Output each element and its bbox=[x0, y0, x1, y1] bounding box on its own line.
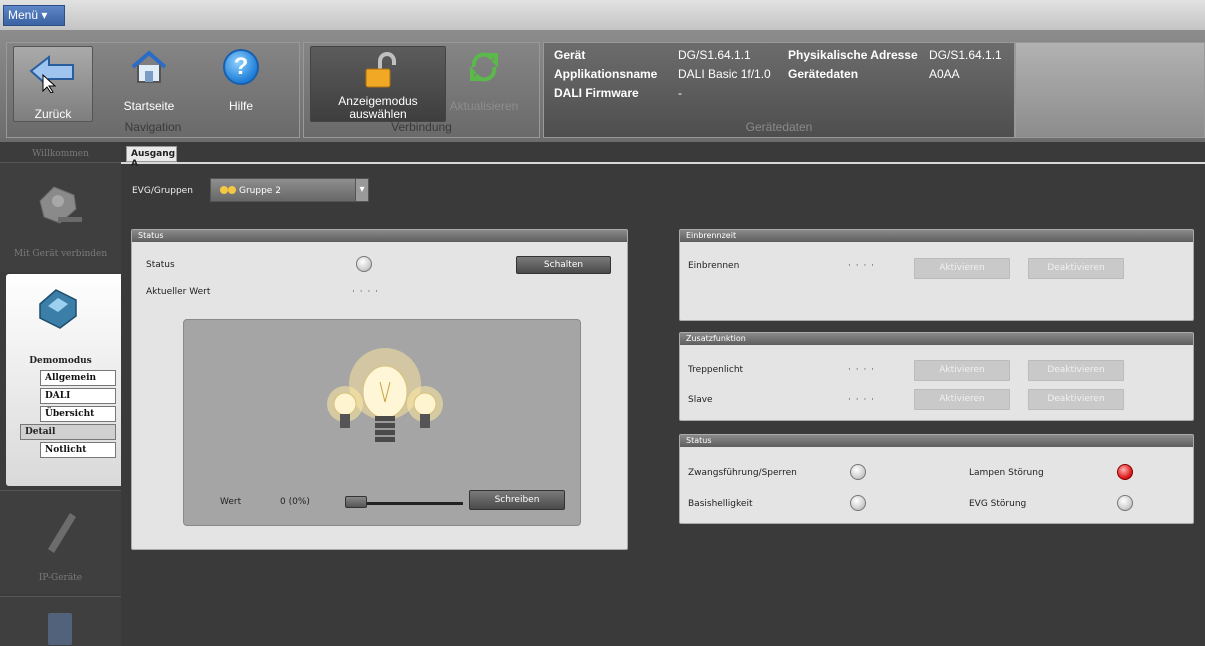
lamp-visual-box: Wert 0 (0%) Schreiben bbox=[183, 319, 581, 526]
treppenlicht-label: Treppenlicht bbox=[688, 365, 744, 375]
sidebar-sub-notlicht[interactable]: Notlicht bbox=[40, 442, 116, 458]
sidebar-item-demo[interactable]: Demomodus Allgemein DALI Übersicht Detai… bbox=[6, 274, 121, 486]
refresh-label: Aktualisieren bbox=[449, 99, 519, 113]
zwangsfuehrung-led bbox=[850, 464, 866, 480]
device-value-3: DG/S1.64.1.1 bbox=[929, 48, 1002, 62]
connection-group-label: Verbindung bbox=[391, 120, 452, 134]
demo-device-icon bbox=[39, 289, 77, 329]
treppenlicht-value: · · · · bbox=[848, 365, 876, 375]
sidebar-sub-allgemein[interactable]: Allgemein bbox=[40, 370, 116, 386]
status-led bbox=[356, 256, 372, 272]
sidebar-item-connect-label: Mit Gerät verbinden bbox=[13, 249, 108, 259]
device-key-1: Applikationsname bbox=[554, 67, 658, 81]
device-value-1: DALI Basic 1f/1.0 bbox=[678, 67, 771, 81]
refresh-icon bbox=[470, 52, 498, 82]
wert-label: Wert bbox=[220, 497, 242, 507]
lampen-stoerung-label: Lampen Störung bbox=[969, 468, 1044, 478]
device-key-2: DALI Firmware bbox=[554, 86, 639, 100]
status-label: Status bbox=[146, 260, 175, 270]
device-key-0: Gerät bbox=[554, 48, 586, 62]
schreiben-button[interactable]: Schreiben bbox=[469, 490, 565, 510]
device-data-extension bbox=[1015, 42, 1205, 138]
group-bulbs-icon bbox=[220, 186, 236, 194]
slave-value: · · · · bbox=[848, 395, 876, 405]
treppenlicht-activate-button[interactable]: Aktivieren bbox=[914, 360, 1010, 381]
zusatz-panel-title: Zusatzfunktion bbox=[680, 333, 1193, 345]
interface-device-icon bbox=[48, 613, 72, 645]
einbrennen-label: Einbrennen bbox=[688, 261, 740, 271]
zusatz-panel: Zusatzfunktion Treppenlicht · · · · Akti… bbox=[679, 332, 1194, 421]
connection-group: Anzeigemodus auswählen Aktualisieren Ver… bbox=[303, 42, 540, 138]
navigation-group-label: Navigation bbox=[124, 120, 182, 134]
sidebar-item-ip[interactable]: IP-Geräte bbox=[0, 490, 121, 594]
einbrenn-panel: Einbrennzeit Einbrennen · · · · Aktivier… bbox=[679, 229, 1194, 321]
evg-select[interactable]: Gruppe 2 ▾ bbox=[210, 178, 369, 202]
status-panel: Status Status Schalten Aktueller Wert · … bbox=[131, 229, 628, 550]
evg-selected: Gruppe 2 bbox=[239, 186, 281, 196]
home-label: Startseite bbox=[123, 99, 175, 113]
slave-label: Slave bbox=[688, 395, 713, 405]
device-key-4: Gerätedaten bbox=[788, 67, 859, 81]
back-arrow-icon bbox=[29, 54, 74, 93]
menu-bar bbox=[0, 0, 1205, 30]
home-icon bbox=[131, 50, 167, 83]
back-button[interactable]: Zurück bbox=[13, 46, 93, 122]
sidebar-demo-label: Demomodus bbox=[29, 356, 92, 366]
tab-ausgang-a[interactable]: Ausgang A bbox=[126, 146, 177, 169]
current-value: · · · · bbox=[352, 287, 380, 297]
evg-stoerung-label: EVG Störung bbox=[969, 499, 1027, 509]
evg-label: EVG/Gruppen bbox=[132, 186, 193, 196]
device-value-2: - bbox=[678, 86, 682, 100]
sidebar-sub-detail[interactable]: Detail bbox=[20, 424, 116, 440]
sidebar-item-welcome[interactable]: Willkommen bbox=[0, 149, 121, 159]
lampen-stoerung-led bbox=[1117, 464, 1133, 480]
schalten-button[interactable]: Schalten bbox=[516, 256, 611, 274]
chevron-down-icon[interactable]: ▾ bbox=[355, 178, 369, 202]
sidebar-sub-dali[interactable]: DALI bbox=[40, 388, 116, 404]
sidebar-sub-uebersicht[interactable]: Übersicht bbox=[40, 406, 116, 422]
device-key-3: Physikalische Adresse bbox=[788, 48, 918, 62]
einbrennen-value: · · · · bbox=[848, 261, 876, 271]
sidebar-item-connect[interactable]: Mit Gerät verbinden bbox=[0, 162, 121, 272]
unlock-icon bbox=[365, 52, 396, 88]
home-button[interactable]: Startseite bbox=[119, 49, 179, 113]
status-indicators-panel: Status Zwangsführung/Sperren Basishellig… bbox=[679, 434, 1194, 524]
back-label: Zurück bbox=[34, 107, 72, 121]
display-mode-label: Anzeigemodus auswählen bbox=[311, 95, 445, 121]
help-label: Hilfe bbox=[228, 99, 253, 113]
bulbs-icon bbox=[327, 348, 443, 442]
basishelligkeit-led bbox=[850, 495, 866, 511]
menu-button[interactable]: Menü ▾ bbox=[3, 5, 65, 26]
device-data-panel: Gerät DG/S1.64.1.1 Applikationsname DALI… bbox=[543, 42, 1015, 138]
tab-bar bbox=[121, 145, 1205, 164]
zwangsfuehrung-label: Zwangsführung/Sperren bbox=[688, 468, 797, 478]
einbrenn-panel-title: Einbrennzeit bbox=[680, 230, 1193, 242]
refresh-button: Aktualisieren bbox=[446, 49, 522, 113]
slave-activate-button[interactable]: Aktivieren bbox=[914, 389, 1010, 410]
status-indicators-title: Status bbox=[680, 435, 1193, 447]
wert-value: 0 (0%) bbox=[280, 497, 310, 507]
display-mode-button[interactable]: Anzeigemodus auswählen bbox=[310, 46, 446, 122]
status-panel-title: Status bbox=[132, 230, 627, 242]
device-value-0: DG/S1.64.1.1 bbox=[678, 48, 751, 62]
device-connect-icon bbox=[39, 186, 82, 224]
sidebar-item-more[interactable] bbox=[0, 596, 121, 646]
evg-stoerung-led bbox=[1117, 495, 1133, 511]
wert-slider-thumb[interactable] bbox=[345, 496, 367, 508]
device-value-4: A0AA bbox=[929, 67, 960, 81]
einbrennen-deactivate-button[interactable]: Deaktivieren bbox=[1028, 258, 1124, 279]
slave-deactivate-button[interactable]: Deaktivieren bbox=[1028, 389, 1124, 410]
current-value-label: Aktueller Wert bbox=[146, 287, 211, 297]
help-icon: ? bbox=[223, 49, 259, 85]
treppenlicht-deactivate-button[interactable]: Deaktivieren bbox=[1028, 360, 1124, 381]
device-group-label: Gerätedaten bbox=[745, 120, 813, 134]
help-button[interactable]: ? Hilfe bbox=[209, 49, 273, 113]
navigation-group: Zurück Startseite ? Hilfe Navigation bbox=[6, 42, 300, 138]
sidebar-item-ip-label: IP-Geräte bbox=[38, 573, 83, 583]
basishelligkeit-label: Basishelligkeit bbox=[688, 499, 753, 509]
einbrennen-activate-button[interactable]: Aktivieren bbox=[914, 258, 1010, 279]
ip-device-icon bbox=[48, 513, 76, 553]
